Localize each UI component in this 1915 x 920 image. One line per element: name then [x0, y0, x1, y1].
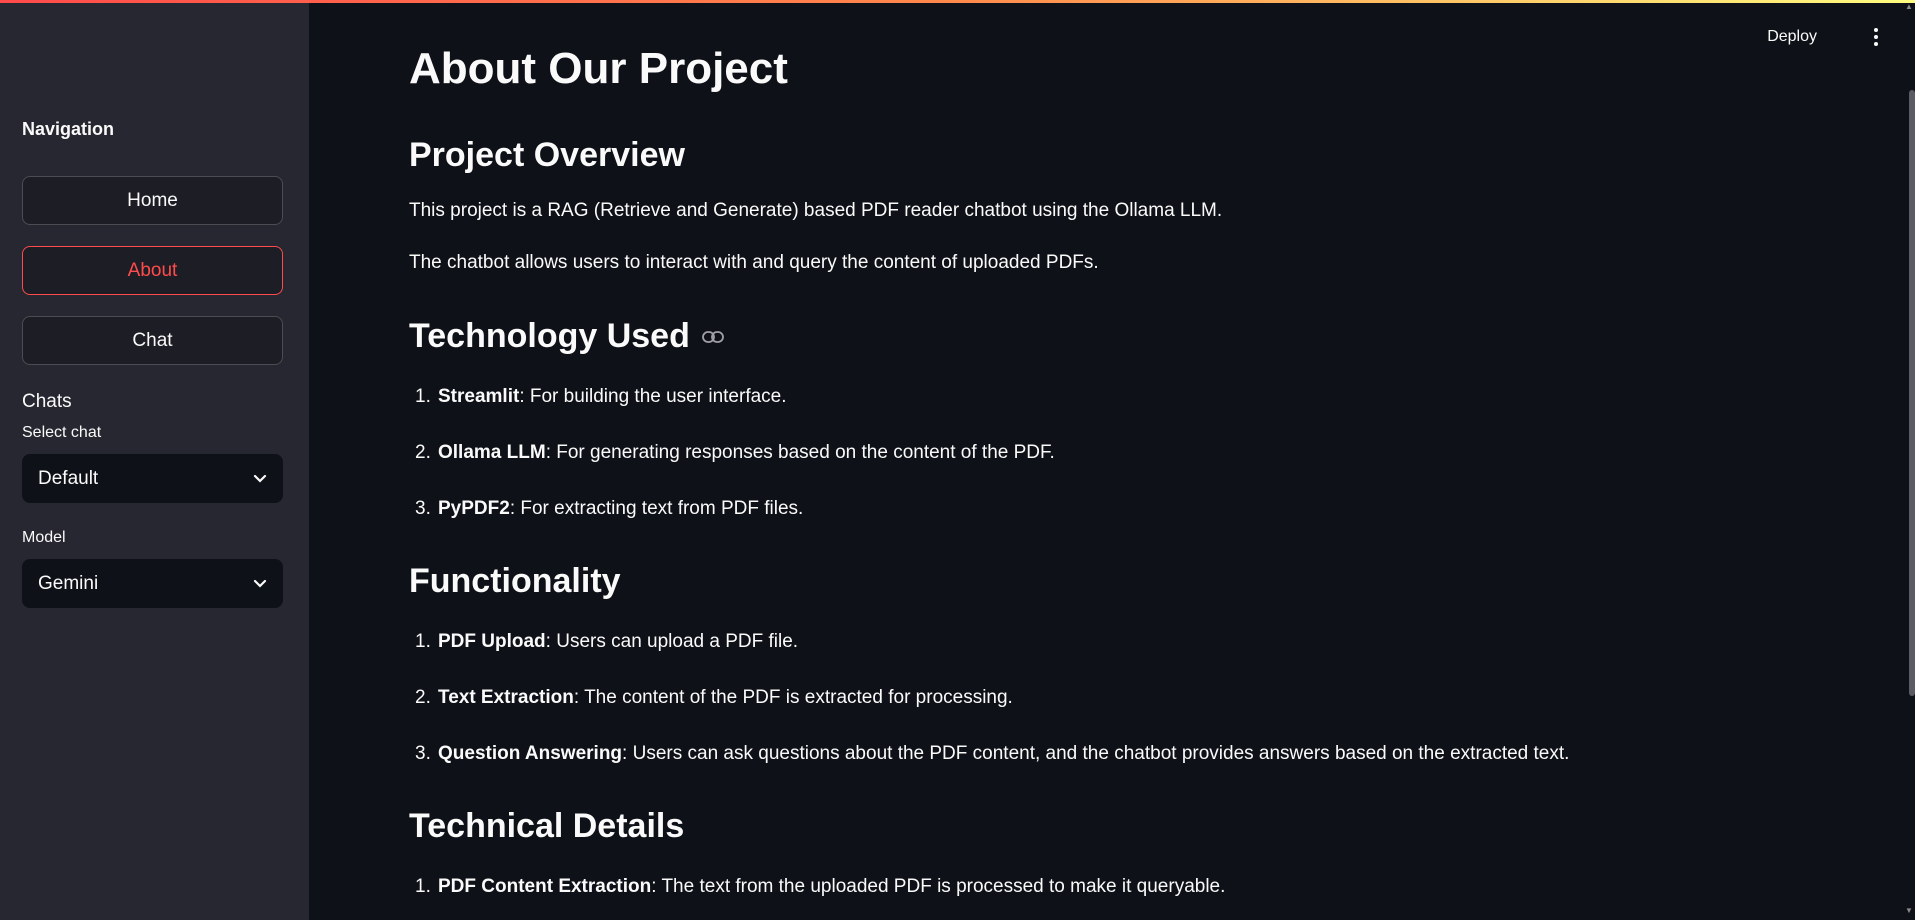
functionality-heading: Functionality [409, 562, 621, 600]
model-value: Gemini [38, 572, 99, 594]
home-button[interactable]: Home [22, 176, 283, 225]
main-content-area: Deploy ▲ ▼ About Our Project Project Ove… [309, 0, 1915, 920]
select-chat-dropdown[interactable]: Default [22, 454, 283, 503]
chevron-down-icon [253, 579, 267, 588]
kebab-menu-icon[interactable] [1873, 28, 1879, 48]
list-item: 3. Question Answering: Users can ask ques… [415, 743, 1570, 764]
select-chat-value: Default [38, 467, 99, 489]
overview-paragraph-1: This project is a RAG (Retrieve and Gene… [409, 200, 1223, 221]
chats-heading: Chats [22, 391, 72, 412]
chevron-down-icon [253, 474, 267, 483]
select-chat-label: Select chat [22, 424, 102, 441]
page-title: About Our Project [409, 44, 788, 93]
link-icon[interactable] [701, 330, 724, 343]
scroll-up-icon[interactable]: ▲ [1905, 2, 1915, 11]
project-overview-heading: Project Overview [409, 136, 685, 174]
scrollbar-thumb[interactable] [1909, 90, 1915, 696]
technical-details-heading: Technical Details [409, 807, 685, 845]
list-item: 1. Streamlit: For building the user inter… [415, 386, 787, 407]
chat-button[interactable]: Chat [22, 316, 283, 365]
deploy-button[interactable]: Deploy [1767, 28, 1817, 46]
model-dropdown[interactable]: Gemini [22, 559, 283, 608]
list-item: 3. PyPDF2: For extracting text from PDF f… [415, 498, 804, 519]
model-label: Model [22, 529, 66, 546]
technology-heading-text: Technology Used [409, 317, 690, 355]
list-item: 1. PDF Content Extraction: The text from … [415, 876, 1226, 897]
nav-title: Navigation [22, 119, 115, 139]
sidebar: Navigation Home About Chat Chats Select … [0, 0, 309, 920]
scroll-down-icon[interactable]: ▼ [1905, 906, 1915, 915]
about-button[interactable]: About [22, 246, 283, 295]
list-item: 2. Text Extraction: The content of the PD… [415, 687, 1013, 708]
technology-heading: Technology Used [409, 317, 724, 356]
overview-paragraph-2: The chatbot allows users to interact wit… [409, 252, 1099, 273]
list-item: 1. PDF Upload: Users can upload a PDF fil… [415, 631, 799, 652]
top-decoration-bar [0, 0, 1915, 3]
list-item: 2. Ollama LLM: For generating responses b… [415, 442, 1055, 463]
